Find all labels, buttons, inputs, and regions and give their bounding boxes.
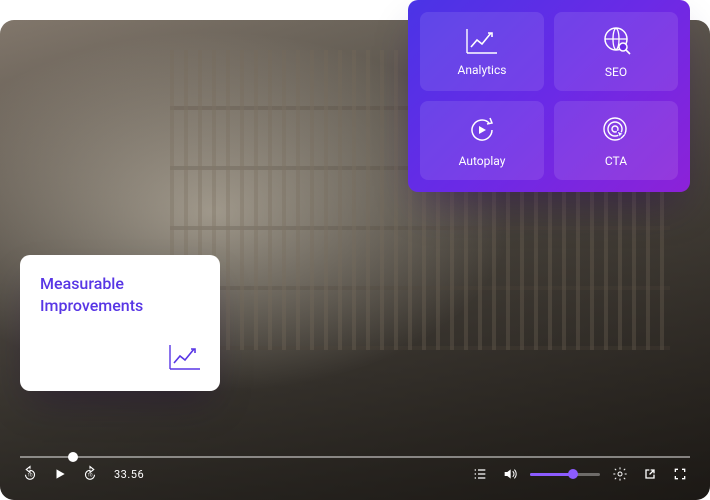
fullscreen-icon bbox=[672, 466, 688, 482]
feature-grid: Analytics SEO Autoplay CTA bbox=[408, 0, 690, 192]
feature-tile-analytics[interactable]: Analytics bbox=[420, 12, 544, 91]
feature-label: CTA bbox=[605, 154, 627, 168]
volume-button[interactable] bbox=[500, 464, 520, 484]
feature-tile-seo[interactable]: SEO bbox=[554, 12, 678, 91]
feature-tile-cta[interactable]: CTA bbox=[554, 101, 678, 180]
play-icon bbox=[53, 467, 67, 481]
card-title-line2: Improvements bbox=[40, 295, 200, 317]
share-button[interactable] bbox=[640, 464, 660, 484]
seo-globe-icon bbox=[600, 25, 632, 57]
fullscreen-button[interactable] bbox=[670, 464, 690, 484]
analytics-icon bbox=[465, 27, 499, 55]
rewind-icon: 10 bbox=[21, 465, 39, 483]
volume-slider[interactable] bbox=[530, 473, 600, 476]
list-icon bbox=[472, 466, 488, 482]
share-icon bbox=[642, 466, 658, 482]
cta-target-icon bbox=[600, 114, 632, 146]
forward-10-button[interactable]: 10 bbox=[80, 464, 100, 484]
feature-label: Analytics bbox=[458, 63, 507, 77]
feature-label: Autoplay bbox=[459, 154, 506, 168]
play-button[interactable] bbox=[50, 464, 70, 484]
feature-tile-autoplay[interactable]: Autoplay bbox=[420, 101, 544, 180]
settings-button[interactable] bbox=[610, 464, 630, 484]
feature-label: SEO bbox=[605, 65, 627, 79]
chapters-button[interactable] bbox=[470, 464, 490, 484]
player-controls: 10 10 33.56 bbox=[0, 448, 710, 500]
volume-icon bbox=[502, 466, 518, 482]
gear-icon bbox=[612, 466, 628, 482]
card-title-line1: Measurable bbox=[40, 273, 200, 295]
autoplay-icon bbox=[466, 114, 498, 146]
insight-card: Measurable Improvements bbox=[20, 255, 220, 391]
svg-text:10: 10 bbox=[87, 472, 93, 478]
time-display: 33.56 bbox=[114, 468, 144, 481]
svg-text:10: 10 bbox=[27, 472, 33, 478]
growth-icon bbox=[168, 343, 202, 377]
forward-icon: 10 bbox=[81, 465, 99, 483]
progress-bar[interactable] bbox=[20, 456, 690, 458]
rewind-10-button[interactable]: 10 bbox=[20, 464, 40, 484]
